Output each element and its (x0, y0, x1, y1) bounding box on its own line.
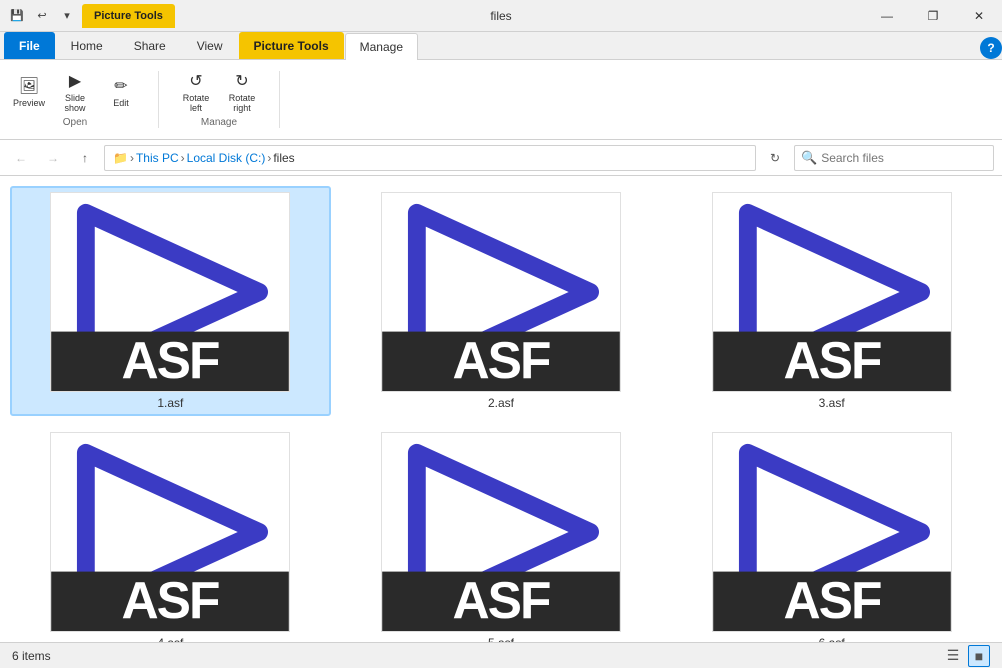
file-item[interactable]: ASF 3.asf (671, 186, 992, 416)
forward-button[interactable]: → (40, 145, 66, 171)
file-label: 1.asf (157, 396, 183, 410)
file-label: 2.asf (488, 396, 514, 410)
ribbon-content: 🖼 Preview ▶ Slide show ✏ Edit Open ↺ Rot… (0, 60, 1002, 140)
tab-share[interactable]: Share (119, 32, 181, 59)
ribbon-btn-edit-label: Edit (113, 98, 129, 108)
qat-undo-button[interactable]: ↩ (31, 5, 53, 27)
search-input[interactable] (821, 151, 987, 165)
quick-access-toolbar: 💾 ↩ ▾ (6, 5, 78, 27)
file-thumbnail: ASF (50, 192, 290, 392)
tab-file[interactable]: File (4, 32, 55, 59)
ribbon-btn-rotate-right[interactable]: ↻ Rotate right (221, 71, 263, 113)
ribbon-group-open-label: Open (63, 117, 87, 128)
ribbon-btn-slideshow[interactable]: ▶ Slide show (54, 71, 96, 113)
file-label: 3.asf (819, 396, 845, 410)
file-grid: ASF 1.asf ASF 2.asf ASF 3.asf (0, 176, 1002, 642)
breadcrumb-local-disk[interactable]: Local Disk (C:) (187, 151, 266, 165)
item-count: 6 items (12, 649, 51, 663)
up-button[interactable]: ↑ (72, 145, 98, 171)
ribbon-btn-edit[interactable]: ✏ Edit (100, 71, 142, 113)
svg-text:ASF: ASF (783, 571, 881, 629)
svg-text:ASF: ASF (122, 331, 220, 389)
refresh-button[interactable]: ↻ (762, 145, 788, 171)
ribbon-btn-rotate-left[interactable]: ↺ Rotate left (175, 71, 217, 113)
ribbon-tabs: File Home Share View Picture Tools Manag… (0, 32, 1002, 60)
ribbon-btn-slideshow-label: Slide show (55, 93, 95, 113)
file-item[interactable]: ASF 1.asf (10, 186, 331, 416)
minimize-button[interactable]: — (864, 0, 910, 32)
file-item[interactable]: ASF 4.asf (10, 426, 331, 642)
file-thumbnail: ASF (381, 192, 621, 392)
svg-text:ASF: ASF (452, 571, 550, 629)
ribbon-btn-preview[interactable]: 🖼 Preview (8, 71, 50, 113)
help-button[interactable]: ? (980, 37, 1002, 59)
file-item[interactable]: ASF 2.asf (341, 186, 662, 416)
rotate-left-icon: ↺ (189, 71, 202, 91)
details-view-button[interactable]: ☰ (942, 645, 964, 667)
file-thumbnail: ASF (50, 432, 290, 632)
breadcrumb-current: files (273, 151, 294, 165)
tab-home[interactable]: Home (56, 32, 118, 59)
address-input[interactable]: 📁 › This PC › Local Disk (C:) › files (104, 145, 756, 171)
qat-save-button[interactable]: 💾 (6, 5, 28, 27)
back-button[interactable]: ← (8, 145, 34, 171)
file-thumbnail: ASF (712, 432, 952, 632)
tab-manage[interactable]: Manage (345, 33, 418, 60)
rotate-right-icon: ↻ (235, 71, 248, 91)
close-button[interactable]: ✕ (956, 0, 1002, 32)
title-bar: 💾 ↩ ▾ Picture Tools files — ❐ ✕ (0, 0, 1002, 32)
qat-dropdown-button[interactable]: ▾ (56, 5, 78, 27)
svg-text:ASF: ASF (122, 571, 220, 629)
address-bar: ← → ↑ 📁 › This PC › Local Disk (C:) › fi… (0, 140, 1002, 176)
breadcrumb-this-pc[interactable]: This PC (136, 151, 179, 165)
tab-picture-tools[interactable]: Picture Tools (239, 32, 344, 59)
search-box[interactable]: 🔍 (794, 145, 994, 171)
svg-text:ASF: ASF (452, 331, 550, 389)
ribbon-btn-rotate-right-label: Rotate right (222, 93, 262, 113)
view-controls: ☰ ■ (942, 645, 990, 667)
tab-view[interactable]: View (182, 32, 238, 59)
main-content: ASF 1.asf ASF 2.asf ASF 3.asf (0, 176, 1002, 642)
ribbon-btn-rotate-left-label: Rotate left (176, 93, 216, 113)
svg-text:ASF: ASF (783, 331, 881, 389)
file-thumbnail: ASF (712, 192, 952, 392)
slideshow-icon: ▶ (69, 71, 81, 91)
ribbon-group-manage: ↺ Rotate left ↻ Rotate right Manage (175, 71, 280, 128)
picture-tools-title-tab[interactable]: Picture Tools (82, 4, 175, 28)
ribbon-group-manage-label: Manage (201, 117, 237, 128)
breadcrumb: 📁 › This PC › Local Disk (C:) › files (113, 151, 295, 165)
maximize-button[interactable]: ❐ (910, 0, 956, 32)
ribbon-group-open: 🖼 Preview ▶ Slide show ✏ Edit Open (8, 71, 159, 128)
ribbon-btn-preview-label: Preview (13, 98, 45, 108)
edit-icon: ✏ (114, 76, 127, 96)
file-item[interactable]: ASF 6.asf (671, 426, 992, 642)
search-icon: 🔍 (801, 150, 817, 166)
file-thumbnail: ASF (381, 432, 621, 632)
status-bar: 6 items ☰ ■ (0, 642, 1002, 668)
file-item[interactable]: ASF 5.asf (341, 426, 662, 642)
large-icons-view-button[interactable]: ■ (968, 645, 990, 667)
breadcrumb-folder-icon: 📁 (113, 151, 128, 165)
preview-icon: 🖼 (19, 76, 39, 96)
